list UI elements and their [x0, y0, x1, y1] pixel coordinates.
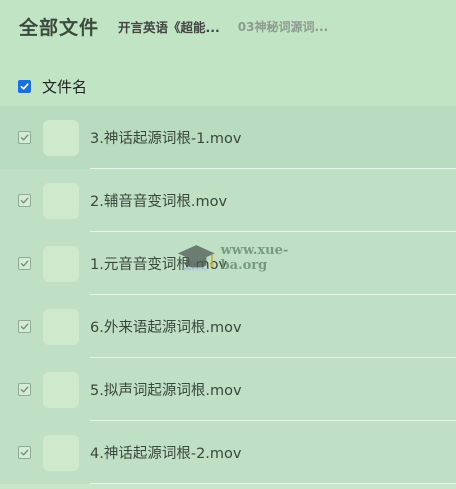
video-thumbnail[interactable]: [43, 182, 79, 219]
checkmark-icon: [20, 386, 29, 393]
column-title-filename[interactable]: 文件名: [42, 76, 87, 97]
file-row[interactable]: 2.辅音音变词根.mov: [0, 169, 456, 232]
select-all-checkbox[interactable]: [18, 79, 31, 93]
watermark-text: www.xue-ba.org: [220, 243, 289, 273]
file-row[interactable]: 4.神话起源词根-2.mov: [0, 421, 456, 484]
file-name[interactable]: 6.外来语起源词根.mov: [90, 316, 242, 337]
file-name[interactable]: 2.辅音音变词根.mov: [90, 190, 227, 211]
breadcrumb-folder-2[interactable]: 03神秘词源词...: [238, 18, 328, 35]
checkmark-icon: [20, 134, 29, 141]
file-checkbox[interactable]: [18, 383, 31, 396]
file-row[interactable]: 5.拟声词起源词根.mov: [0, 358, 456, 421]
file-name[interactable]: 3.神话起源词根-1.mov: [90, 127, 241, 148]
checkmark-icon: [20, 197, 29, 204]
file-row[interactable]: 3.神话起源词根-1.mov: [0, 106, 456, 169]
list-end-strip: [0, 484, 456, 489]
file-list: 3.神话起源词根-1.mov 2.辅音音变词根.mov 1.元音音变词根.mov: [0, 106, 456, 484]
checkmark-icon: [20, 260, 29, 267]
video-thumbnail[interactable]: [43, 119, 79, 156]
checkmark-icon: [20, 82, 29, 90]
file-browser: 全部文件 开言英语《超能... 03神秘词源词... 文件名 3.神话起源词根-…: [0, 0, 456, 489]
checkmark-icon: [20, 323, 29, 330]
file-checkbox[interactable]: [18, 131, 31, 144]
video-thumbnail[interactable]: [43, 308, 79, 345]
watermark: www.xue-ba.org: [176, 238, 326, 278]
breadcrumb-root[interactable]: 全部文件: [19, 13, 99, 40]
graduation-cap-icon: [177, 245, 215, 271]
video-thumbnail[interactable]: [43, 371, 79, 408]
breadcrumb: 全部文件 开言英语《超能... 03神秘词源词...: [0, 0, 456, 52]
file-name[interactable]: 4.神话起源词根-2.mov: [90, 442, 241, 463]
breadcrumb-folder-1[interactable]: 开言英语《超能...: [118, 17, 220, 36]
file-checkbox[interactable]: [18, 320, 31, 333]
checkmark-icon: [20, 449, 29, 456]
file-checkbox[interactable]: [18, 257, 31, 270]
video-thumbnail[interactable]: [43, 245, 79, 282]
list-header: 文件名: [0, 66, 456, 106]
file-row[interactable]: 6.外来语起源词根.mov: [0, 295, 456, 358]
file-checkbox[interactable]: [18, 194, 31, 207]
video-thumbnail[interactable]: [43, 434, 79, 471]
file-name[interactable]: 5.拟声词起源词根.mov: [90, 379, 242, 400]
file-checkbox[interactable]: [18, 446, 31, 459]
